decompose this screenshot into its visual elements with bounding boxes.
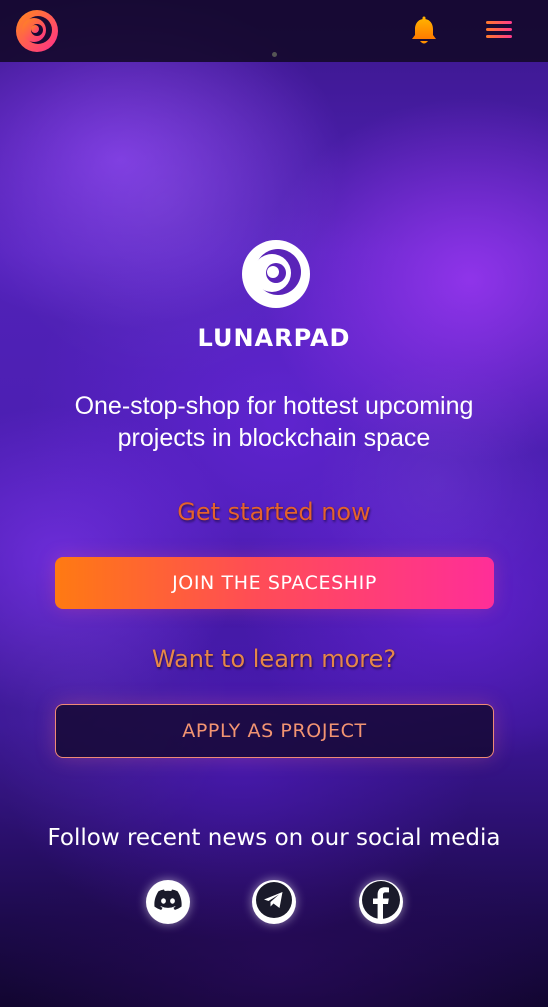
brand-name: LUNARPAD	[197, 324, 351, 352]
discord-link[interactable]	[146, 880, 190, 924]
top-navbar	[0, 0, 548, 62]
lunarpad-brand-logo-icon	[240, 238, 312, 310]
telegram-icon	[252, 878, 296, 926]
apply-as-project-button[interactable]: APPLY AS PROJECT	[55, 704, 494, 758]
telegram-link[interactable]	[252, 880, 296, 924]
join-spaceship-button[interactable]: JOIN THE SPACESHIP	[55, 557, 494, 609]
social-heading: Follow recent news on our social media	[47, 825, 501, 851]
facebook-link[interactable]	[359, 880, 403, 924]
bell-icon[interactable]	[410, 16, 438, 46]
lunarpad-logo-icon[interactable]	[14, 8, 60, 54]
tagline: One-stop-shop for hottest upcoming proje…	[74, 392, 474, 452]
discord-icon	[154, 889, 182, 915]
hamburger-menu-icon[interactable]	[484, 18, 514, 44]
facebook-icon	[359, 878, 403, 926]
get-started-heading: Get started now	[177, 498, 371, 526]
scroll-indicator	[272, 52, 277, 57]
learn-more-heading: Want to learn more?	[151, 645, 397, 673]
